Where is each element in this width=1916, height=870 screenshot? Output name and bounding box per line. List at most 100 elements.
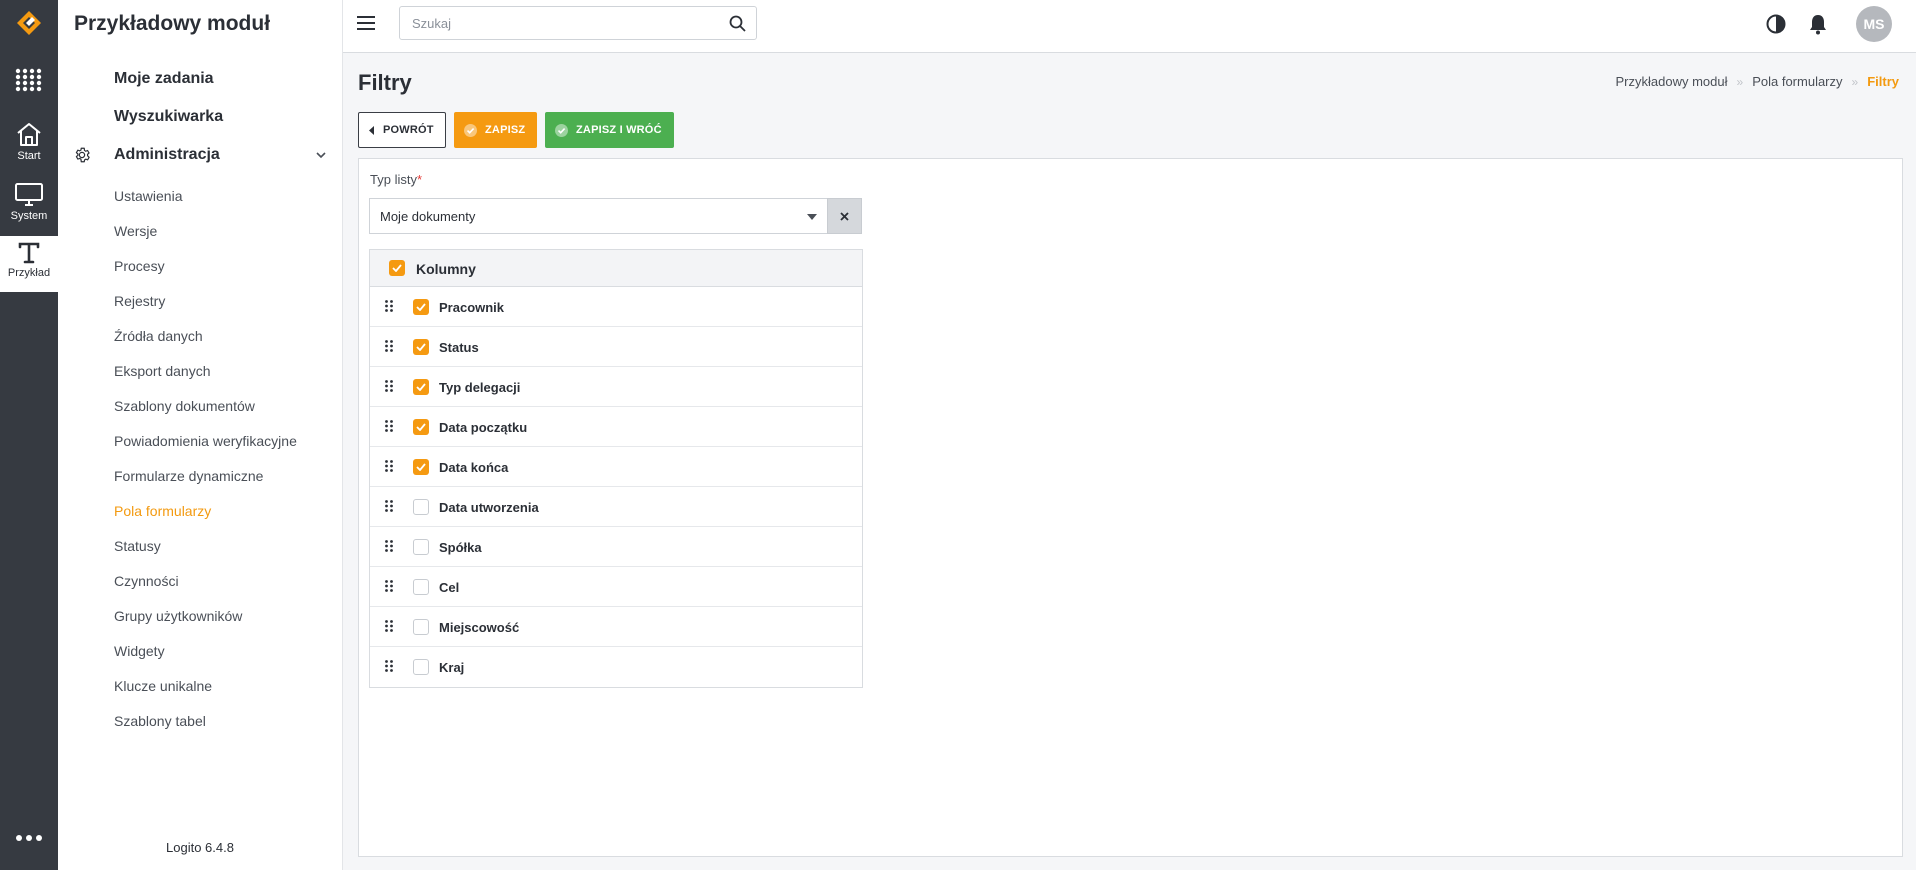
form-panel: Typ listy* Moje dokumenty Kolumny Pracow… [358,158,1903,857]
sidebar-item-formularze-dynamiczne[interactable]: Formularze dynamiczne [114,466,297,501]
column-row: Miejscowość [370,607,862,647]
search-box [399,6,757,40]
check-circle-icon [464,123,477,137]
column-checkbox[interactable] [413,299,429,315]
sidebar-item-procesy[interactable]: Procesy [114,256,297,291]
app-rail: Start System Przykład [0,0,58,870]
column-checkbox[interactable] [413,539,429,555]
drag-handle-icon[interactable] [385,300,393,312]
column-row: Status [370,327,862,367]
column-row: Data końca [370,447,862,487]
breadcrumb-item[interactable]: Przykładowy moduł [1616,74,1728,89]
columns-select-all-checkbox[interactable] [389,260,405,276]
drag-handle-icon[interactable] [385,460,393,472]
rail-item-start[interactable]: Start [0,118,58,176]
rail-item-system[interactable]: System [0,178,58,236]
sidebar-item-klucze-unikalne[interactable]: Klucze unikalne [114,676,297,711]
sidebar-item-czynnosci[interactable]: Czynności [114,571,297,606]
drag-handle-icon[interactable] [385,660,393,672]
sidebar-item-pola-formularzy[interactable]: Pola formularzy [114,501,297,536]
text-t-icon [17,242,41,264]
save-and-back-button[interactable]: ZAPISZ I WRÓĆ [545,112,674,148]
columns-header: Kolumny [370,250,862,287]
column-checkbox[interactable] [413,499,429,515]
logo-icon[interactable] [9,6,49,40]
sidebar-item-administracja[interactable]: Administracja [114,146,220,164]
column-label: Data utworzenia [439,500,539,515]
column-checkbox[interactable] [413,579,429,595]
drag-handle-icon[interactable] [385,620,393,632]
breadcrumb-separator-icon: » [1851,74,1859,89]
sidebar-item-wyszukiwarka[interactable]: Wyszukiwarka [114,108,223,126]
save-button-label: ZAPISZ [485,124,526,136]
list-type-label: Typ listy* [370,172,422,187]
list-type-label-text: Typ listy [370,172,417,187]
column-rows: Pracownik Status Typ delegacji Data początk… [370,287,862,687]
column-label: Miejscowość [439,620,520,635]
search-input[interactable] [410,15,714,32]
contrast-icon[interactable] [1765,13,1787,35]
gear-icon [73,146,91,164]
sidebar-item-grupy-uzytkownikow[interactable]: Grupy użytkowników [114,606,297,641]
sidebar-item-rejestry[interactable]: Rejestry [114,291,297,326]
caret-left-icon [369,125,375,135]
apps-grid-icon[interactable] [14,68,44,92]
column-row: Typ delegacji [370,367,862,407]
column-label: Data końca [439,460,509,475]
search-icon[interactable] [729,15,746,32]
column-checkbox[interactable] [413,379,429,395]
monitor-icon [14,181,44,207]
column-checkbox[interactable] [413,459,429,475]
sidebar-item-eksport-danych[interactable]: Eksport danych [114,361,297,396]
clear-select-button[interactable] [827,198,862,234]
column-label: Spółka [439,540,482,555]
columns-list: Kolumny Pracownik Status Typ delegacji Data… [369,249,863,688]
rail-item-przyklad[interactable]: Przykład [0,236,58,292]
more-icon[interactable] [15,834,43,842]
column-checkbox[interactable] [413,339,429,355]
sidebar-item-moje-zadania[interactable]: Moje zadania [114,70,214,88]
sidebar-item-statusy[interactable]: Statusy [114,536,297,571]
sidebar-item-szablony-tabel[interactable]: Szablony tabel [114,711,297,746]
column-row: Spółka [370,527,862,567]
drag-handle-icon[interactable] [385,380,393,392]
columns-header-label: Kolumny [416,261,476,277]
column-row: Data utworzenia [370,487,862,527]
home-icon [15,121,43,147]
sidebar-item-widgety[interactable]: Widgety [114,641,297,676]
breadcrumb-item[interactable]: Pola formularzy [1752,74,1842,89]
close-icon [840,211,849,221]
column-label: Pracownik [439,300,505,315]
required-mark: * [416,172,423,187]
drag-handle-icon[interactable] [385,580,393,592]
chevron-down-icon[interactable] [316,152,326,159]
save-and-back-button-label: ZAPISZ I WRÓĆ [576,124,662,136]
list-type-select[interactable]: Moje dokumenty [369,198,827,234]
drag-handle-icon[interactable] [385,500,393,512]
column-checkbox[interactable] [413,419,429,435]
column-label: Typ delegacji [439,380,521,395]
sidebar-item-szablony-dokumentow[interactable]: Szablony dokumentów [114,396,297,431]
rail-item-label: Przykład [7,267,51,279]
column-checkbox[interactable] [413,619,429,635]
breadcrumb-separator-icon: » [1736,74,1744,89]
drag-handle-icon[interactable] [385,340,393,352]
rail-item-label: Start [17,150,41,162]
sidebar-item-powiadomienia[interactable]: Powiadomienia weryfikacyjne [114,431,297,466]
drag-handle-icon[interactable] [385,540,393,552]
column-label: Cel [439,580,460,595]
column-label: Status [439,340,479,355]
back-button[interactable]: POWRÓT [358,112,446,148]
sidebar-item-zrodla-danych[interactable]: Źródła danych [114,326,297,361]
sidebar-item-wersje[interactable]: Wersje [114,221,297,256]
bell-icon[interactable] [1808,13,1828,35]
module-title: Przykładowy moduł [74,12,271,35]
avatar[interactable]: MS [1856,6,1892,42]
drag-handle-icon[interactable] [385,420,393,432]
column-label: Data początku [439,420,528,435]
back-button-label: POWRÓT [383,124,434,136]
column-checkbox[interactable] [413,659,429,675]
save-button[interactable]: ZAPISZ [454,112,537,148]
sidebar-item-ustawienia[interactable]: Ustawienia [114,186,297,221]
menu-icon[interactable] [357,15,375,31]
